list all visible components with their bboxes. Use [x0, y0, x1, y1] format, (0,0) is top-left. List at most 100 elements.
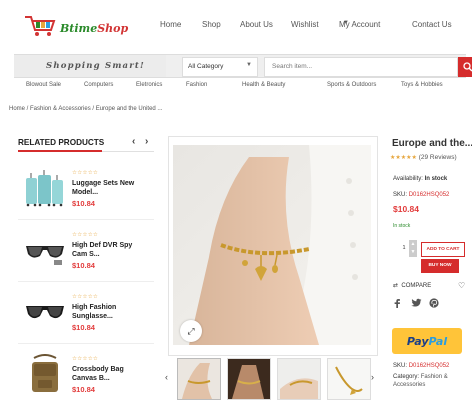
thumbnail[interactable]: [227, 358, 271, 400]
product-name-line2: Model...: [72, 189, 99, 196]
thumbnail[interactable]: [277, 358, 321, 400]
category-link[interactable]: Toys & Hobbies: [401, 82, 443, 88]
category-link[interactable]: Fashion: [186, 82, 207, 88]
search-input[interactable]: Search item...: [264, 57, 458, 77]
category-link[interactable]: Blowout Sale: [26, 82, 61, 88]
shuffle-icon: ⇄: [393, 283, 399, 289]
product-name-line2: Sunglasse...: [72, 313, 113, 320]
stock-status: In stock: [393, 223, 411, 229]
bracelet-thumb-4: [328, 359, 370, 399]
pinterest-icon[interactable]: [429, 295, 439, 313]
rating-stars: ☆☆☆☆☆: [72, 356, 99, 362]
availability: Availability: In stock: [393, 176, 447, 182]
bracelet-thumb-2: [228, 359, 270, 399]
product-name-line2: Cam S...: [72, 251, 100, 258]
related-product-item[interactable]: ☆☆☆☆☆ Luggage Sets New Model... $10.84: [18, 160, 154, 220]
sku-value: D0162HSQ052: [408, 363, 450, 369]
expand-icon: ⤢: [187, 325, 195, 336]
twitter-icon[interactable]: [411, 295, 422, 313]
product-rating[interactable]: ★★★★★ (29 Reviews): [390, 154, 457, 161]
product-price: $10.84: [72, 385, 95, 394]
category-meta: Category: Fashion & Accessories: [393, 373, 472, 389]
luggage-set-image: [26, 170, 63, 207]
nav-contact-us[interactable]: Contact Us: [412, 20, 452, 29]
category-link[interactable]: Eletronics: [136, 82, 162, 88]
thumbnail-strip: ‹ ›: [165, 358, 378, 402]
rating-stars: ☆☆☆☆☆: [72, 294, 99, 300]
thumbnail[interactable]: [327, 358, 371, 400]
site-header: BtimeShop Home Shop About Us Wishlist My…: [0, 0, 472, 50]
breadcrumb[interactable]: Home / Fashion & Accessories / Europe an…: [9, 106, 162, 112]
chevron-left-icon[interactable]: ‹: [165, 372, 168, 382]
compare-label: COMPARE: [401, 283, 432, 289]
main-nav: Home Shop About Us Wishlist My Account ▼ …: [160, 20, 460, 34]
category-link[interactable]: Computers: [84, 82, 113, 88]
sku-label: SKU:: [393, 363, 408, 369]
cart-logo-icon: [25, 16, 56, 36]
search-icon: [463, 62, 472, 72]
brand-name: BtimeShop: [60, 22, 128, 35]
category-link[interactable]: Health & Beauty: [242, 82, 285, 88]
quantity-input[interactable]: 1: [399, 241, 409, 256]
paypal-label-part2: Pal: [428, 334, 448, 348]
related-product-item[interactable]: ☆☆☆☆☆ Crossbody Bag Canvas B... $10.84: [18, 346, 154, 406]
sku-meta: SKU: D0162HSQ052: [393, 363, 449, 369]
chevron-right-icon[interactable]: ›: [145, 136, 148, 147]
product-name[interactable]: Crossbody Bag Canvas B...: [72, 365, 156, 383]
sku: SKU: D0162HSQ052: [393, 192, 449, 198]
chevron-down-icon: ▼: [246, 62, 252, 68]
related-product-item[interactable]: ☆☆☆☆☆ High Def DVR Spy Cam S... $10.84: [18, 222, 154, 282]
sku-value: D0162HSQ052: [408, 192, 450, 198]
bracelet-thumb-1: [178, 359, 220, 399]
related-products-header: RELATED PRODUCTS ‹ ›: [18, 136, 154, 152]
chevron-left-icon[interactable]: ‹: [132, 136, 135, 147]
rating-stars: ☆☆☆☆☆: [72, 170, 99, 176]
add-to-cart-button[interactable]: ADD TO CART: [421, 242, 465, 257]
product-image-frame: [168, 136, 378, 356]
category-select[interactable]: All Category ▼: [182, 57, 258, 77]
sunglasses-image: [26, 306, 64, 319]
product-name-line1: High Fashion: [72, 304, 117, 311]
product-name[interactable]: High Def DVR Spy Cam S...: [72, 241, 156, 259]
nav-home[interactable]: Home: [160, 20, 181, 29]
product-name-line2: Canvas B...: [72, 375, 110, 382]
search-bar: Shopping Smart! All Category ▼ Search it…: [14, 54, 472, 78]
availability-value: In stock: [424, 176, 448, 182]
product-name[interactable]: High Fashion Sunglasse...: [72, 303, 156, 321]
brand-name-part1: Btime: [60, 22, 98, 35]
nav-wishlist[interactable]: Wishlist: [291, 20, 319, 29]
chevron-right-icon[interactable]: ›: [371, 372, 374, 382]
nav-about-us[interactable]: About Us: [240, 20, 273, 29]
quantity-stepper[interactable]: ▲ ▼: [409, 240, 417, 257]
heart-icon[interactable]: ♡: [458, 281, 465, 290]
chevron-down-icon: ▼: [343, 20, 349, 26]
spy-cam-glasses-image: [26, 246, 64, 265]
facebook-icon[interactable]: [393, 295, 401, 313]
product-name-line1: Crossbody Bag: [72, 366, 124, 373]
related-product-item[interactable]: ☆☆☆☆☆ High Fashion Sunglasse... $10.84: [18, 284, 154, 344]
sku-label: SKU:: [393, 192, 408, 198]
crossbody-bag-image: [32, 354, 58, 392]
paypal-button[interactable]: Pay Pal: [392, 328, 462, 354]
category-link[interactable]: Sports & Outdoors: [327, 82, 376, 88]
brand-logo[interactable]: BtimeShop: [24, 12, 128, 42]
slogan: Shopping Smart!: [14, 55, 166, 77]
nav-shop[interactable]: Shop: [202, 20, 221, 29]
thumbnail[interactable]: [177, 358, 221, 400]
product-price: $10.84: [72, 261, 95, 270]
bracelet-photo: [173, 145, 371, 345]
title-underline: [18, 150, 102, 152]
availability-label: Availability:: [393, 176, 423, 182]
zoom-button[interactable]: ⤢: [180, 320, 202, 342]
paypal-label-part1: Pay: [406, 334, 429, 348]
product-name-line1: High Def DVR Spy: [72, 242, 133, 249]
product-name[interactable]: Luggage Sets New Model...: [72, 179, 156, 197]
category-label: Category:: [393, 374, 420, 380]
compare-button[interactable]: ⇄ COMPARE: [393, 282, 431, 289]
review-count: (29 Reviews): [418, 154, 457, 161]
buy-now-button[interactable]: BUY NOW: [421, 259, 459, 273]
search-button[interactable]: [458, 57, 472, 77]
product-title: Europe and the...: [392, 138, 472, 149]
product-price: $10.84: [393, 204, 419, 214]
brand-name-part2: Shop: [97, 22, 129, 35]
